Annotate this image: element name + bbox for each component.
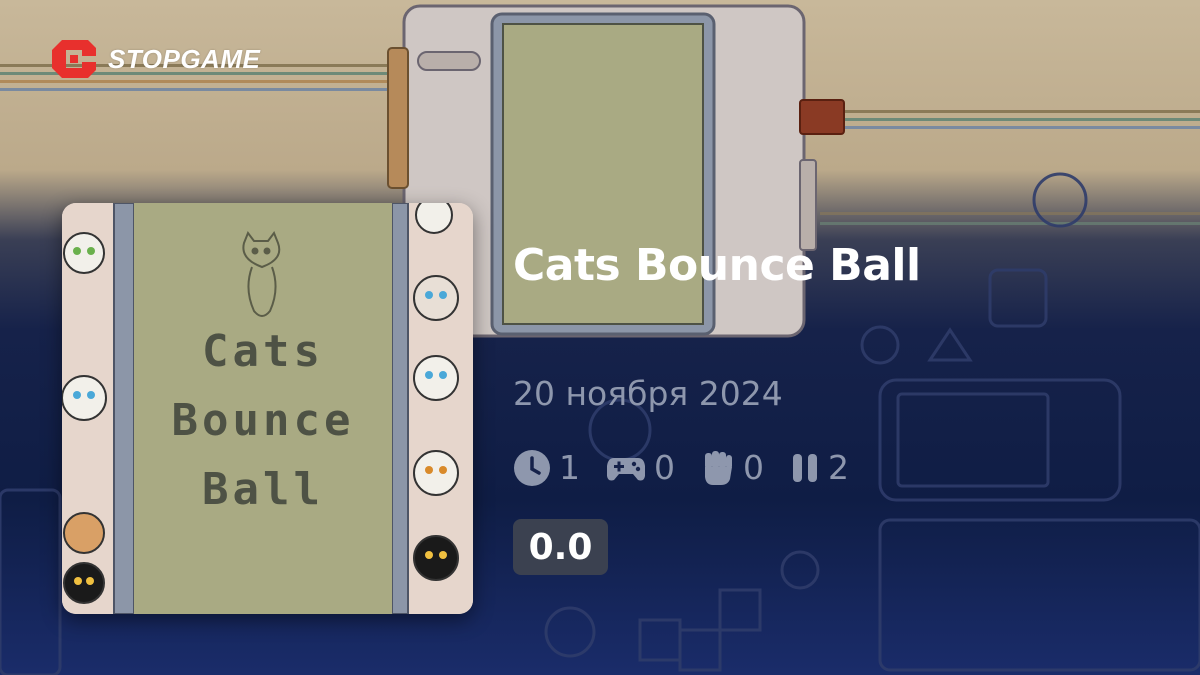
rating-badge: 0.0 — [513, 519, 608, 575]
stopgame-logo[interactable]: STOPGAME — [48, 36, 260, 82]
cover-illustration: Cats Bounce Ball — [62, 203, 473, 614]
stat-beaten-value: 0 — [654, 448, 675, 487]
stat-playing-value: 1 — [559, 448, 580, 487]
pause-icon — [793, 453, 817, 482]
fist-icon — [705, 450, 732, 485]
release-date: 20 ноября 2024 — [513, 374, 783, 413]
game-stats: 1 0 0 2 — [513, 448, 875, 487]
stat-playing[interactable]: 1 — [513, 448, 580, 487]
stopgame-logo-text: STOPGAME — [108, 43, 261, 74]
stat-paused-value: 2 — [828, 448, 849, 487]
stat-paused[interactable]: 2 — [790, 448, 849, 487]
cover-title-line-2: Bounce — [172, 395, 355, 446]
gamepad-icon — [607, 457, 645, 480]
cover-title-line-1: Cats — [202, 326, 324, 377]
cover-title-line-3: Ball — [202, 464, 324, 515]
stat-abandoned-value: 0 — [743, 448, 764, 487]
game-cover-image[interactable]: Cats Bounce Ball — [62, 203, 473, 614]
clock-icon — [514, 449, 550, 486]
stopgame-logo-icon — [52, 40, 96, 78]
stat-abandoned[interactable]: 0 — [701, 448, 764, 487]
game-title[interactable]: Cats Bounce Ball — [513, 240, 921, 291]
stat-beaten[interactable]: 0 — [606, 448, 675, 487]
